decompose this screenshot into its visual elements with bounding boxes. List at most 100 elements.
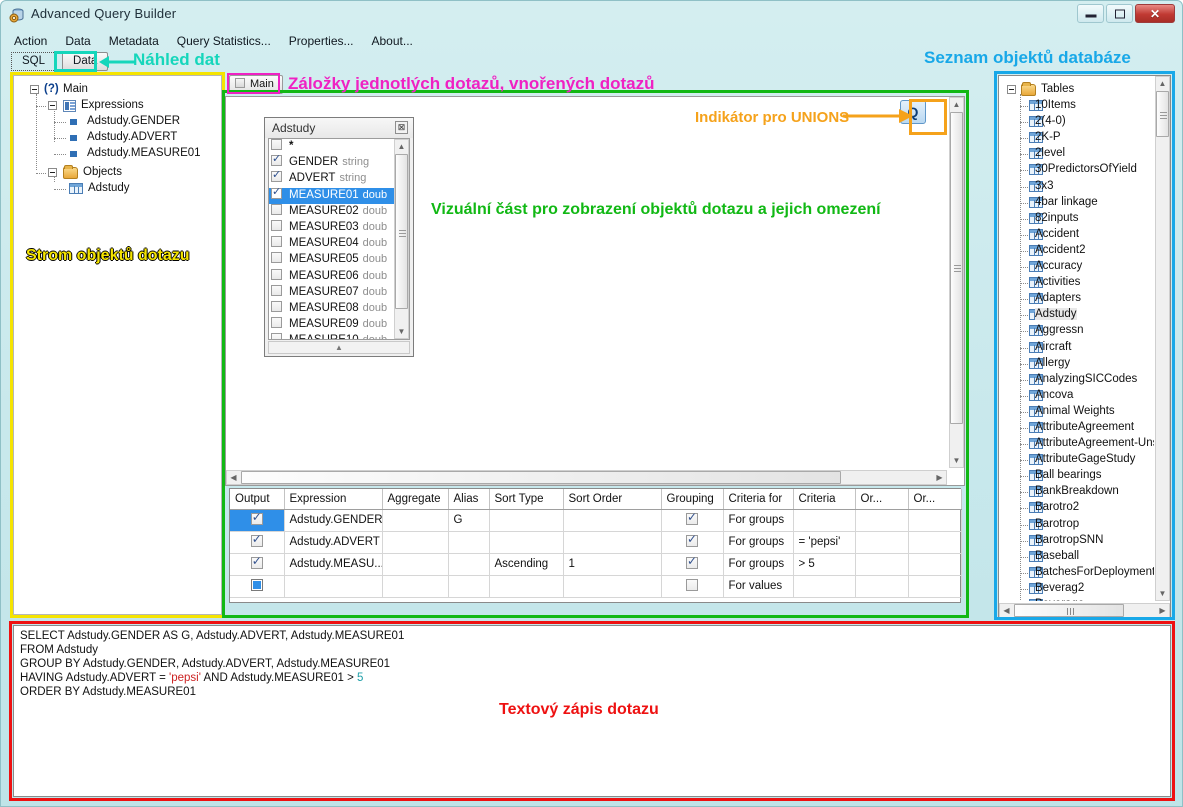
cell-or-1[interactable] bbox=[855, 575, 909, 598]
cell-aggregate[interactable] bbox=[382, 575, 449, 598]
cell-or-2[interactable] bbox=[908, 531, 962, 554]
visual-query-canvas[interactable]: Adstudy ⊠ * GENDERstring ADVERTstring ME… bbox=[225, 96, 965, 486]
cell-sort-type[interactable] bbox=[489, 509, 564, 532]
list-item[interactable]: MEASURE03 doub bbox=[269, 219, 394, 236]
list-item[interactable]: Ball bearings bbox=[999, 468, 1154, 484]
cell-aggregate[interactable] bbox=[382, 531, 449, 554]
cell-output[interactable] bbox=[230, 509, 285, 532]
field-checkbox[interactable] bbox=[271, 139, 282, 150]
list-item[interactable]: GENDERstring bbox=[269, 153, 394, 171]
cell-criteria-for[interactable]: For values bbox=[723, 575, 794, 598]
list-item[interactable]: AttributeAgreement-Unst bbox=[999, 436, 1154, 452]
canvas-vertical-scrollbar[interactable]: ▲ ▼ bbox=[949, 97, 964, 468]
output-checkbox[interactable] bbox=[250, 554, 263, 569]
collapse-toggle-icon[interactable] bbox=[1007, 85, 1016, 94]
field-checkbox[interactable] bbox=[271, 317, 282, 329]
cell-expression[interactable]: Adstudy.ADVERT bbox=[284, 531, 383, 554]
object-list-vertical-scrollbar[interactable]: ▲ ▼ bbox=[1155, 76, 1170, 601]
list-item[interactable]: 82inputs bbox=[999, 211, 1154, 227]
cell-or-2[interactable] bbox=[908, 553, 962, 576]
cell-output[interactable] bbox=[230, 553, 285, 576]
field-checkbox[interactable] bbox=[271, 186, 282, 199]
list-item[interactable]: Allergy bbox=[999, 356, 1154, 372]
close-icon[interactable]: ⊠ bbox=[395, 121, 408, 134]
list-item[interactable]: Barotro2 bbox=[999, 500, 1154, 516]
cell-or-1[interactable] bbox=[855, 509, 909, 532]
maximize-button[interactable] bbox=[1106, 4, 1133, 23]
minimize-button[interactable] bbox=[1077, 4, 1104, 23]
field-window-collapse-bar[interactable]: ▲ bbox=[268, 341, 410, 354]
list-item[interactable]: MEASURE09 doub bbox=[269, 317, 394, 333]
grouping-checkbox[interactable] bbox=[686, 554, 698, 569]
cell-alias[interactable] bbox=[448, 553, 490, 576]
menu-item-about[interactable]: About... bbox=[363, 32, 422, 50]
close-button[interactable]: ✕ bbox=[1135, 4, 1175, 23]
list-item[interactable]: Aggressn bbox=[999, 323, 1154, 339]
scroll-left-icon[interactable]: ◀ bbox=[227, 471, 240, 484]
menu-item-metadata[interactable]: Metadata bbox=[100, 32, 168, 50]
field-checkbox[interactable] bbox=[271, 236, 282, 248]
menu-item-action[interactable]: Action bbox=[5, 32, 56, 50]
scroll-right-icon[interactable]: ▶ bbox=[933, 471, 946, 484]
menu-item-properties[interactable]: Properties... bbox=[280, 32, 363, 50]
list-item[interactable]: 2level bbox=[999, 146, 1154, 162]
list-item[interactable]: 2K-P bbox=[999, 130, 1154, 146]
tab-sql[interactable]: SQL bbox=[11, 52, 57, 71]
column-header-criteria[interactable]: Criteria bbox=[793, 489, 856, 510]
cell-criteria[interactable] bbox=[793, 575, 856, 598]
scroll-up-icon[interactable]: ▲ bbox=[950, 98, 963, 111]
column-header-or-2[interactable]: Or... bbox=[908, 489, 962, 510]
field-list-scrollbar[interactable]: ▲ ▼ bbox=[394, 139, 409, 339]
cell-or-2[interactable] bbox=[908, 575, 962, 598]
tree-node-advert[interactable]: Adstudy.ADVERT bbox=[14, 130, 221, 146]
list-item[interactable]: 3x3 bbox=[999, 179, 1154, 195]
tree-node-expressions[interactable]: Expressions bbox=[14, 98, 221, 114]
list-item[interactable]: Ancova bbox=[999, 388, 1154, 404]
cell-alias[interactable] bbox=[448, 531, 490, 554]
field-checkbox[interactable] bbox=[271, 268, 282, 280]
cell-or-1[interactable] bbox=[855, 531, 909, 554]
cell-criteria[interactable]: > 5 bbox=[793, 553, 856, 576]
sql-text-editor[interactable]: SELECT Adstudy.GENDER AS G, Adstudy.ADVE… bbox=[13, 625, 1171, 797]
field-checkbox[interactable] bbox=[271, 284, 282, 296]
cell-or-2[interactable] bbox=[908, 509, 962, 532]
grouping-checkbox[interactable] bbox=[686, 578, 698, 591]
list-item[interactable]: ADVERTstring bbox=[269, 169, 394, 187]
scroll-down-icon[interactable]: ▼ bbox=[950, 454, 963, 467]
cell-criteria-for[interactable]: For groups bbox=[723, 509, 794, 532]
cell-sort-type[interactable]: Ascending bbox=[489, 553, 564, 576]
scroll-up-icon[interactable]: ▲ bbox=[395, 140, 408, 153]
list-item-adstudy[interactable]: Adstudy bbox=[999, 307, 1154, 323]
list-item[interactable]: MEASURE10doub bbox=[269, 333, 394, 339]
table-field-window[interactable]: Adstudy ⊠ * GENDERstring ADVERTstring ME… bbox=[264, 117, 414, 357]
list-item[interactable]: Accuracy bbox=[999, 259, 1154, 275]
cell-criteria[interactable] bbox=[793, 509, 856, 532]
scrollbar-thumb[interactable] bbox=[950, 112, 963, 424]
scroll-left-icon[interactable]: ◀ bbox=[1000, 604, 1013, 617]
list-item[interactable]: * bbox=[269, 139, 394, 155]
cell-output[interactable] bbox=[230, 575, 285, 598]
output-checkbox[interactable] bbox=[250, 532, 263, 547]
canvas-horizontal-scrollbar[interactable]: ◀ ▶ bbox=[226, 470, 947, 485]
output-checkbox[interactable] bbox=[250, 578, 263, 591]
column-header-output[interactable]: Output bbox=[230, 489, 285, 510]
query-object-tree[interactable]: (?) Main Expressions Adstudy.GENDER Adst… bbox=[13, 75, 222, 615]
list-item[interactable]: BarotropSNN bbox=[999, 533, 1154, 549]
field-checkbox[interactable] bbox=[271, 169, 282, 183]
cell-sort-order[interactable] bbox=[563, 575, 662, 598]
tree-node-measure01[interactable]: Adstudy.MEASURE01 bbox=[14, 146, 221, 162]
field-checkbox[interactable] bbox=[271, 219, 282, 231]
tree-node-gender[interactable]: Adstudy.GENDER bbox=[14, 114, 221, 130]
scroll-down-icon[interactable]: ▼ bbox=[1156, 587, 1169, 600]
list-item[interactable]: Beverage bbox=[999, 597, 1154, 601]
cell-grouping[interactable] bbox=[661, 553, 724, 576]
cell-grouping[interactable] bbox=[661, 509, 724, 532]
grouping-checkbox[interactable] bbox=[686, 510, 698, 525]
cell-sort-type[interactable] bbox=[489, 575, 564, 598]
list-item[interactable]: MEASURE05 doub bbox=[269, 252, 394, 268]
cell-expression[interactable]: Adstudy.GENDER bbox=[284, 509, 383, 532]
cell-alias[interactable]: G bbox=[448, 509, 490, 532]
field-checkbox[interactable] bbox=[271, 333, 282, 339]
list-item[interactable]: MEASURE02 doub bbox=[269, 203, 394, 220]
cell-expression[interactable]: Adstudy.MEASU... bbox=[284, 553, 383, 576]
